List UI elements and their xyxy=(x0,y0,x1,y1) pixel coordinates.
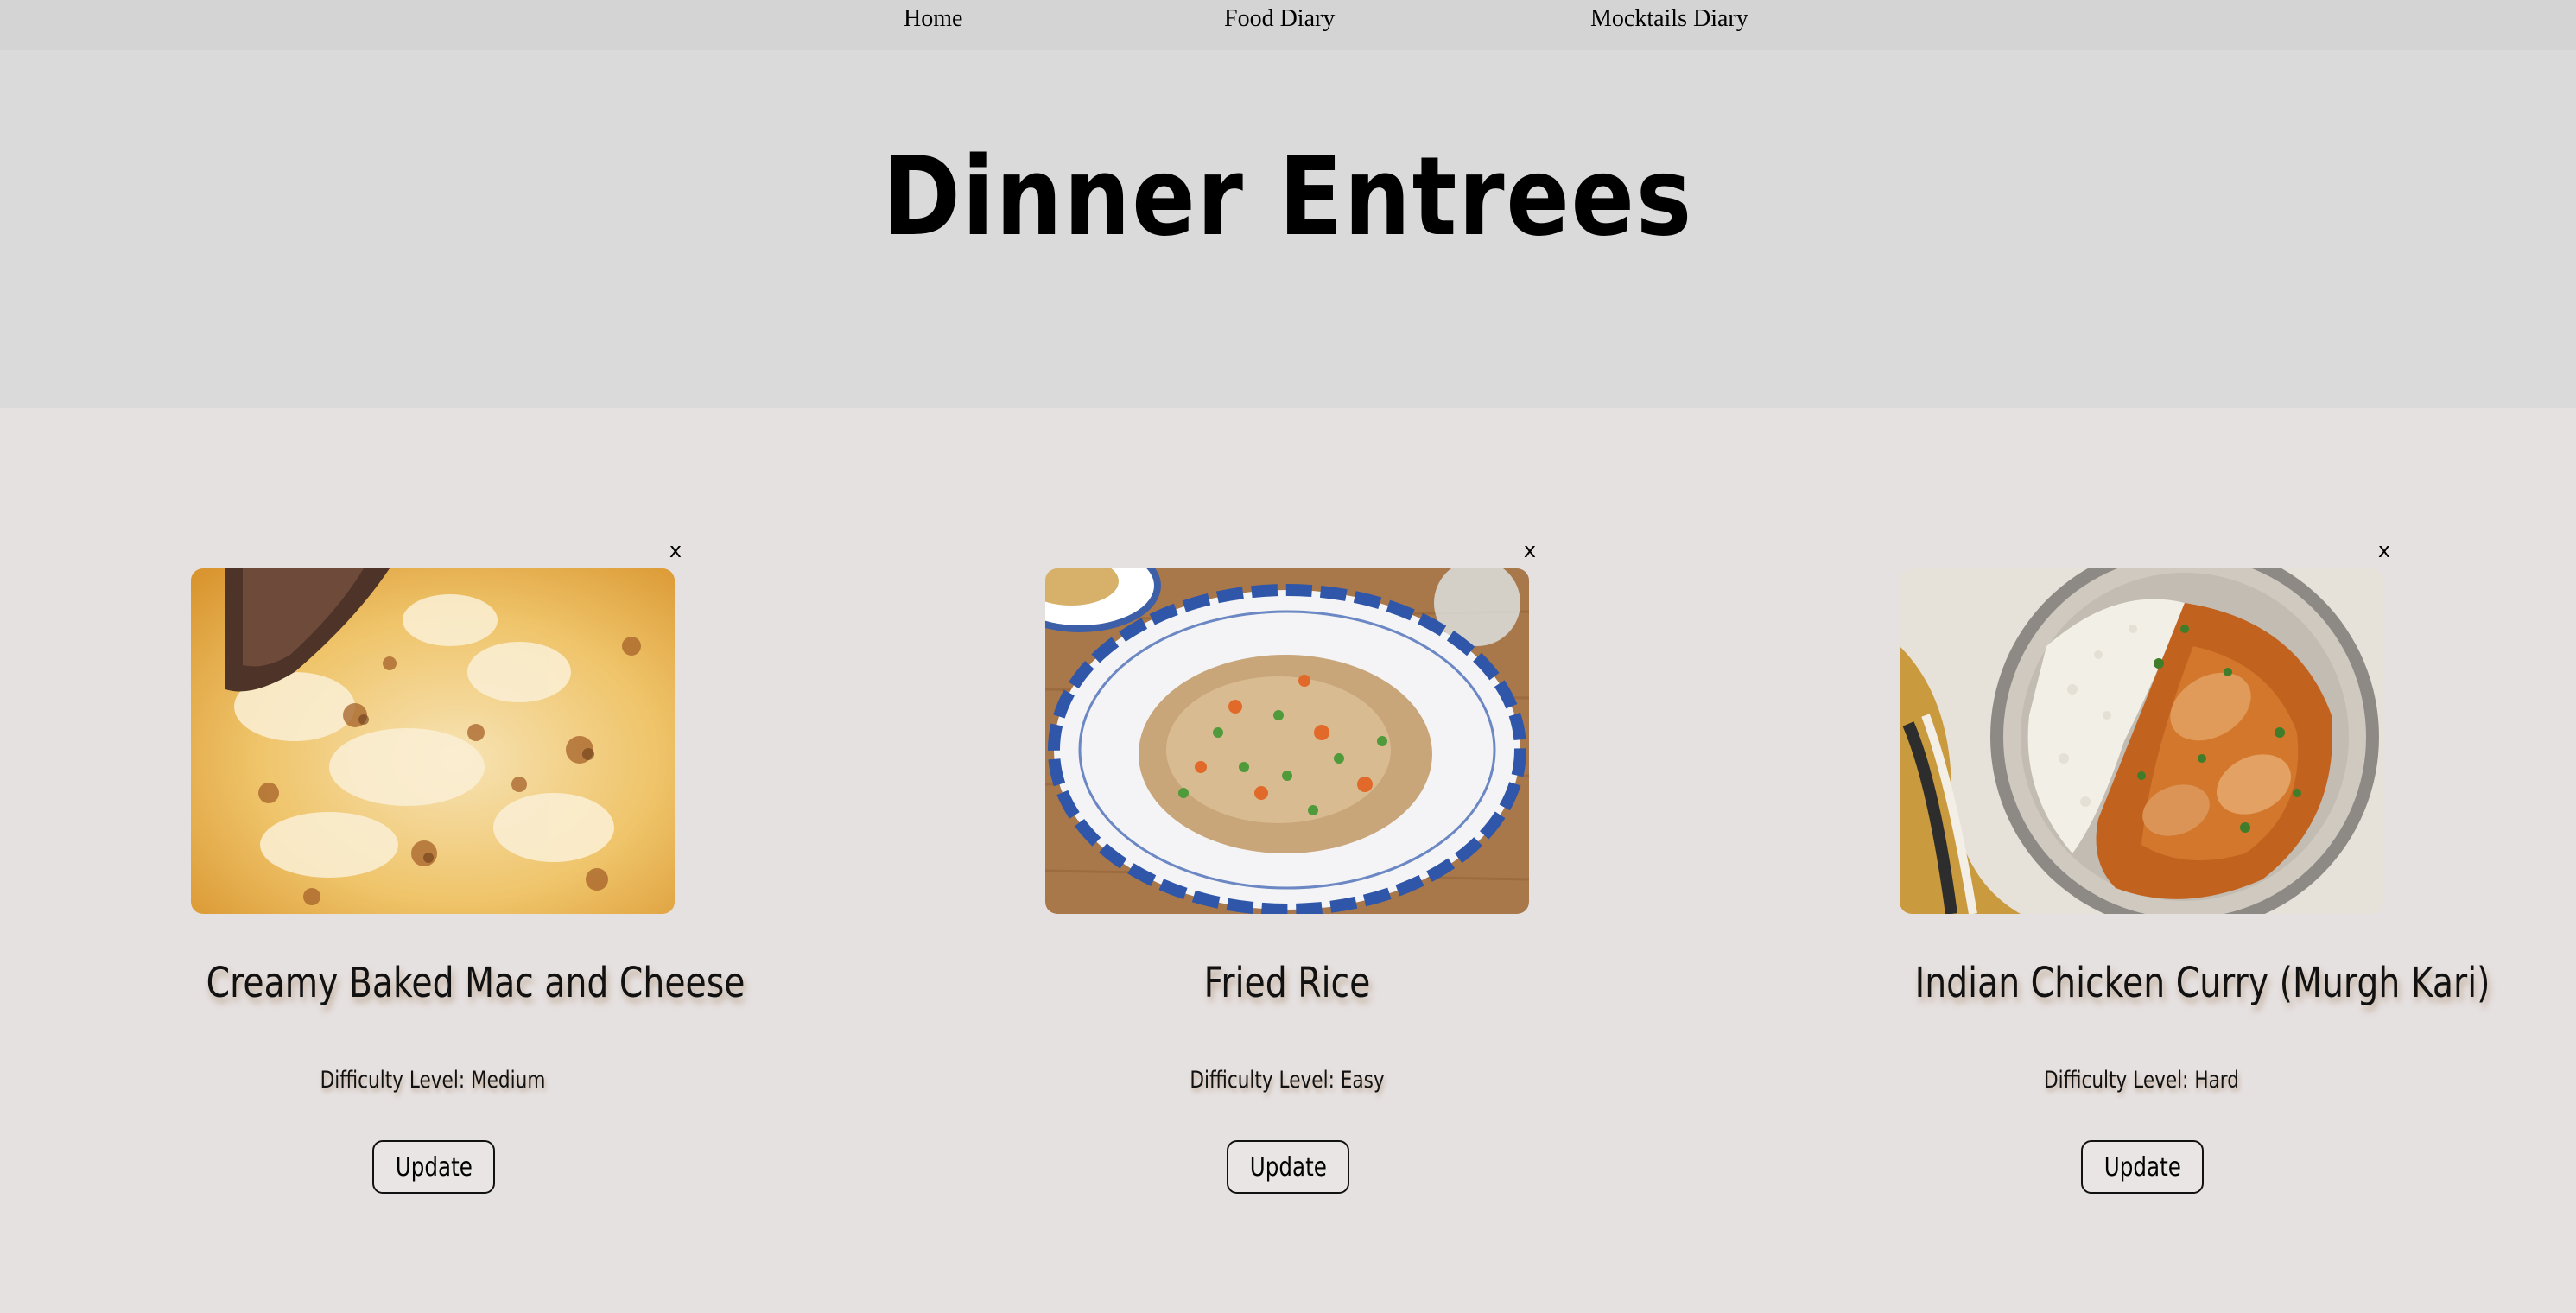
recipe-card: x xyxy=(156,536,746,1209)
delete-card-button[interactable]: x xyxy=(665,536,686,565)
update-button-label: Update xyxy=(1249,1151,1327,1183)
recipe-title: Fried Rice xyxy=(1203,959,1371,1007)
recipe-card: x xyxy=(1865,536,2490,1209)
difficulty-label: Difficulty Level: Medium xyxy=(320,1067,546,1094)
fried-rice-photo xyxy=(1045,568,1529,914)
page-title: Dinner Entrees xyxy=(882,133,1693,260)
top-nav: Home Food Diary Mocktails Diary xyxy=(0,0,2576,50)
recipe-title: Indian Chicken Curry (Murgh Kari) xyxy=(1914,959,2490,1007)
delete-card-button[interactable]: x xyxy=(2374,536,2395,565)
update-button[interactable]: Update xyxy=(372,1140,495,1194)
nav-link-home[interactable]: Home xyxy=(904,0,962,38)
update-button[interactable]: Update xyxy=(2081,1140,2204,1194)
recipe-title: Creamy Baked Mac and Cheese xyxy=(206,959,746,1007)
mac-and-cheese-photo xyxy=(191,568,675,914)
chicken-curry-photo xyxy=(1900,568,2383,914)
update-button[interactable]: Update xyxy=(1227,1140,1349,1194)
update-button-label: Update xyxy=(395,1151,473,1183)
delete-card-button[interactable]: x xyxy=(1520,536,1540,565)
difficulty-label: Difficulty Level: Easy xyxy=(1190,1067,1385,1094)
nav-link-mocktails-diary[interactable]: Mocktails Diary xyxy=(1590,0,1748,38)
recipe-card: x xyxy=(1011,536,1564,1209)
update-button-label: Update xyxy=(2103,1151,2181,1183)
difficulty-label: Difficulty Level: Hard xyxy=(2043,1067,2240,1094)
nav-link-food-diary[interactable]: Food Diary xyxy=(1224,0,1335,38)
hero-banner: Dinner Entrees xyxy=(0,50,2576,408)
